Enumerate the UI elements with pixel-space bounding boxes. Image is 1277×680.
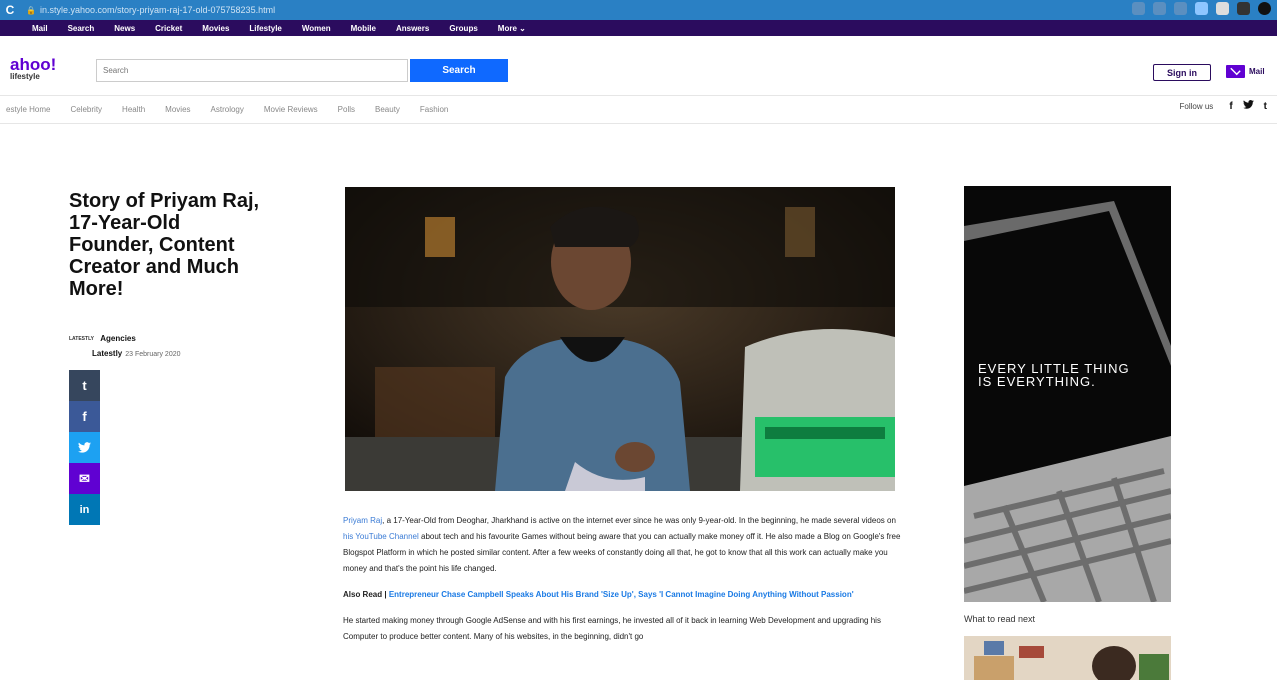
section-fashion[interactable]: Fashion xyxy=(420,105,448,114)
top-nav-groups[interactable]: Groups xyxy=(449,24,477,33)
follow-us: Follow us f t xyxy=(1180,100,1267,112)
article-body: Priyam Raj, a 17-Year-Old from Deoghar, … xyxy=(343,513,903,645)
top-nav-cricket[interactable]: Cricket xyxy=(155,24,182,33)
linkedin-icon: in xyxy=(79,503,90,516)
share-facebook-button[interactable]: f xyxy=(69,401,100,432)
share-buttons: t f ✉ in xyxy=(69,370,100,525)
share-mail-button[interactable]: ✉ xyxy=(69,463,100,494)
paragraph-text: about tech and his favourite Games witho… xyxy=(343,532,901,573)
share-linkedin-button[interactable]: in xyxy=(69,494,100,525)
share-tumblr-button[interactable]: t xyxy=(69,370,100,401)
yahoo-lifestyle-logo[interactable]: ahoo! lifestyle xyxy=(10,56,56,82)
profile-avatar[interactable] xyxy=(1258,2,1271,15)
extension-icon[interactable] xyxy=(1132,2,1145,15)
top-nav-women[interactable]: Women xyxy=(302,24,331,33)
facebook-icon[interactable]: f xyxy=(1229,101,1232,112)
reload-icon[interactable]: C xyxy=(0,3,20,17)
paragraph-2: He started making money through Google A… xyxy=(343,616,881,641)
top-nav-mail[interactable]: Mail xyxy=(32,24,48,33)
mail-icon xyxy=(1226,65,1245,78)
section-movies[interactable]: Movies xyxy=(165,105,190,114)
author-name[interactable]: Agencies xyxy=(100,334,136,343)
extension-icon[interactable] xyxy=(1237,2,1250,15)
mail-icon: ✉ xyxy=(79,470,90,486)
read-next-thumbnail[interactable] xyxy=(964,636,1171,680)
browser-extensions xyxy=(1132,2,1271,15)
advertisement[interactable]: EVERY LITTLE THING IS EVERYTHING. xyxy=(964,186,1171,602)
section-beauty[interactable]: Beauty xyxy=(375,105,400,114)
section-lifestyle-home[interactable]: estyle Home xyxy=(6,105,50,114)
section-celebrity[interactable]: Celebrity xyxy=(70,105,102,114)
also-read-link[interactable]: Entrepreneur Chase Campbell Speaks About… xyxy=(389,590,854,599)
yahoo-top-nav: Mail Search News Cricket Movies Lifestyl… xyxy=(0,20,1277,36)
extension-icon[interactable] xyxy=(1195,2,1208,15)
article-hero-image xyxy=(345,187,895,491)
top-nav-mobile[interactable]: Mobile xyxy=(351,24,376,33)
extension-icon[interactable] xyxy=(1216,2,1229,15)
section-polls[interactable]: Polls xyxy=(338,105,355,114)
search-input[interactable] xyxy=(96,59,408,82)
star-icon[interactable] xyxy=(1174,2,1187,15)
article-title: Story of Priyam Raj, 17-Year-Old Founder… xyxy=(69,190,260,300)
source-logo: LATESTLY xyxy=(69,336,94,342)
also-read: Also Read | Entrepreneur Chase Campbell … xyxy=(343,587,903,603)
article-byline: LATESTLY Agencies Latestly 23 February 20… xyxy=(69,334,181,358)
top-nav-search[interactable]: Search xyxy=(68,24,95,33)
top-nav-more[interactable]: More ⌄ xyxy=(498,24,526,33)
top-nav-answers[interactable]: Answers xyxy=(396,24,429,33)
tumblr-icon: t xyxy=(82,378,87,393)
also-read-label: Also Read | xyxy=(343,590,389,599)
facebook-icon: f xyxy=(82,409,87,424)
twitter-icon xyxy=(78,442,91,453)
source-logo-text: LATESTLY xyxy=(69,335,95,342)
sign-in-button[interactable]: Sign in xyxy=(1153,64,1211,81)
section-movie-reviews[interactable]: Movie Reviews xyxy=(264,105,318,114)
section-nav: estyle Home Celebrity Health Movies Astr… xyxy=(0,96,1277,124)
top-nav-lifestyle[interactable]: Lifestyle xyxy=(249,24,281,33)
top-nav-news[interactable]: News xyxy=(114,24,135,33)
lock-icon: 🔒 xyxy=(26,5,36,15)
publish-date: 23 February 2020 xyxy=(125,351,181,358)
ad-headline: EVERY LITTLE THING IS EVERYTHING. xyxy=(978,361,1130,389)
paragraph-1: Priyam Raj, a 17-Year-Old from Deoghar, … xyxy=(343,513,903,577)
top-nav-movies[interactable]: Movies xyxy=(202,24,229,33)
follow-us-label: Follow us xyxy=(1179,101,1214,111)
browser-address-bar: C 🔒 in.style.yahoo.com/story-priyam-raj-… xyxy=(0,0,1277,20)
site-header: ahoo! lifestyle Search Sign in Mail xyxy=(0,36,1277,96)
share-twitter-button[interactable] xyxy=(69,432,100,463)
publisher-line: Latestly 23 February 2020 xyxy=(92,349,181,358)
mail-label: Mail xyxy=(1249,67,1265,76)
url-bar[interactable]: 🔒 in.style.yahoo.com/story-priyam-raj-17… xyxy=(26,5,275,15)
section-health[interactable]: Health xyxy=(122,105,145,114)
extension-icon[interactable] xyxy=(1153,2,1166,15)
publisher-name[interactable]: Latestly xyxy=(92,349,122,358)
url-text[interactable]: in.style.yahoo.com/story-priyam-raj-17-o… xyxy=(40,5,275,15)
what-to-read-next-heading: What to read next xyxy=(964,614,1036,624)
youtube-channel-link[interactable]: his YouTube Channel xyxy=(343,532,419,541)
priyam-raj-link[interactable]: Priyam Raj xyxy=(343,516,382,525)
mail-link[interactable]: Mail xyxy=(1226,65,1265,78)
search-button[interactable]: Search xyxy=(410,59,508,82)
twitter-icon[interactable] xyxy=(1242,100,1254,112)
tumblr-icon[interactable]: t xyxy=(1264,101,1267,112)
section-astrology[interactable]: Astrology xyxy=(211,105,244,114)
paragraph-text: , a 17-Year-Old from Deoghar, Jharkhand … xyxy=(382,516,896,525)
